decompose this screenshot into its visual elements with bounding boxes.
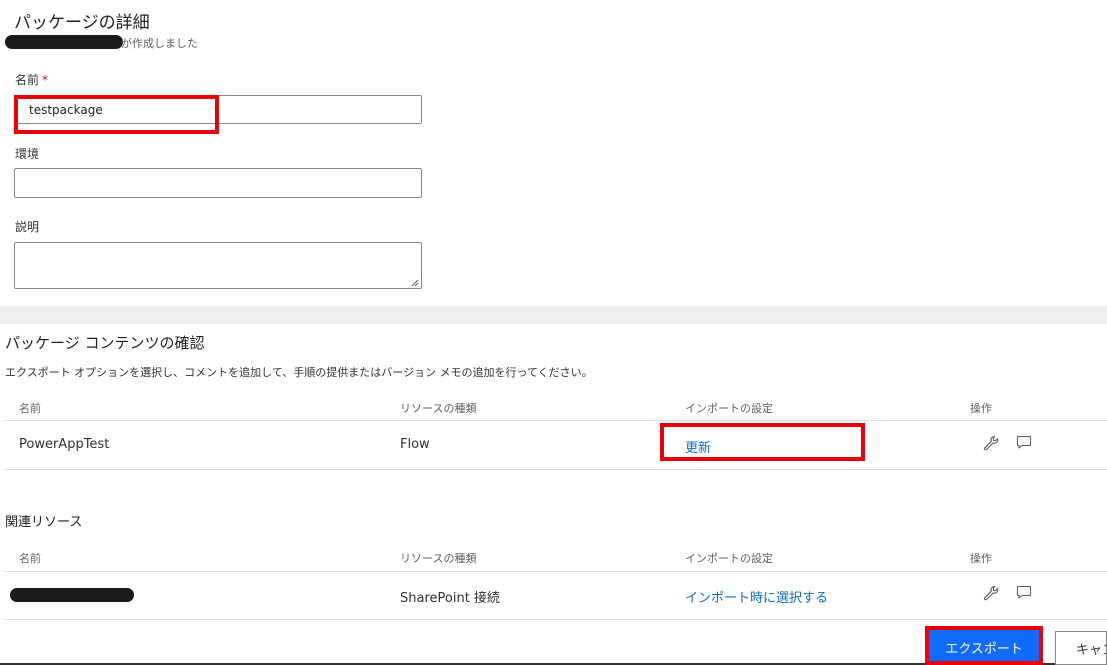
description-textarea[interactable] [14,242,422,289]
redacted-related-resource-name [10,588,134,602]
comment-icon[interactable] [1016,584,1032,600]
related-resources-title: 関連リソース [5,515,83,530]
comment-icon[interactable] [1016,434,1032,450]
wrench-icon[interactable] [983,435,999,451]
wrench-icon[interactable] [983,585,999,601]
export-button[interactable]: エクスポート [929,630,1039,665]
related-column-header-import-setting[interactable]: インポートの設定 [685,550,773,566]
section-divider [0,306,1107,324]
name-label: 名前 * [15,73,49,87]
redacted-creator-name [5,35,123,49]
cancel-button[interactable]: キャンセル [1055,631,1107,665]
table-row-divider [5,469,1107,470]
contents-description: エクスポート オプションを選択し、コメントを追加して、手順の提供またはバージョン… [5,366,593,379]
related-column-header-resource-type[interactable]: リソースの種類 [400,550,476,566]
related-table-row-divider [5,619,1107,620]
table-header-divider [5,420,1107,421]
related-column-header-actions: 操作 [970,552,992,565]
resize-grip-icon[interactable] [411,279,419,287]
description-label: 説明 [15,220,40,234]
page-title: パッケージの詳細 [14,13,150,33]
related-table-header-divider [5,571,1107,572]
name-input[interactable] [14,95,422,124]
column-header-name[interactable]: 名前 [19,400,41,416]
environment-label: 環境 [15,147,40,161]
import-setting-link[interactable]: 更新 [685,437,711,456]
column-header-resource-type[interactable]: リソースの種類 [400,400,476,416]
related-column-header-name[interactable]: 名前 [19,550,41,566]
column-header-actions: 操作 [970,402,992,415]
resource-type: Flow [400,437,430,452]
contents-title: パッケージ コンテンツの確認 [5,334,205,352]
column-header-import-setting[interactable]: インポートの設定 [685,400,773,416]
created-by-text: が作成しました [121,37,198,50]
resource-name: PowerAppTest [19,437,110,452]
related-import-setting-link[interactable]: インポート時に選択する [685,587,828,606]
required-indicator: * [42,73,49,87]
environment-input[interactable] [14,168,422,198]
related-resource-type: SharePoint 接続 [400,591,500,606]
